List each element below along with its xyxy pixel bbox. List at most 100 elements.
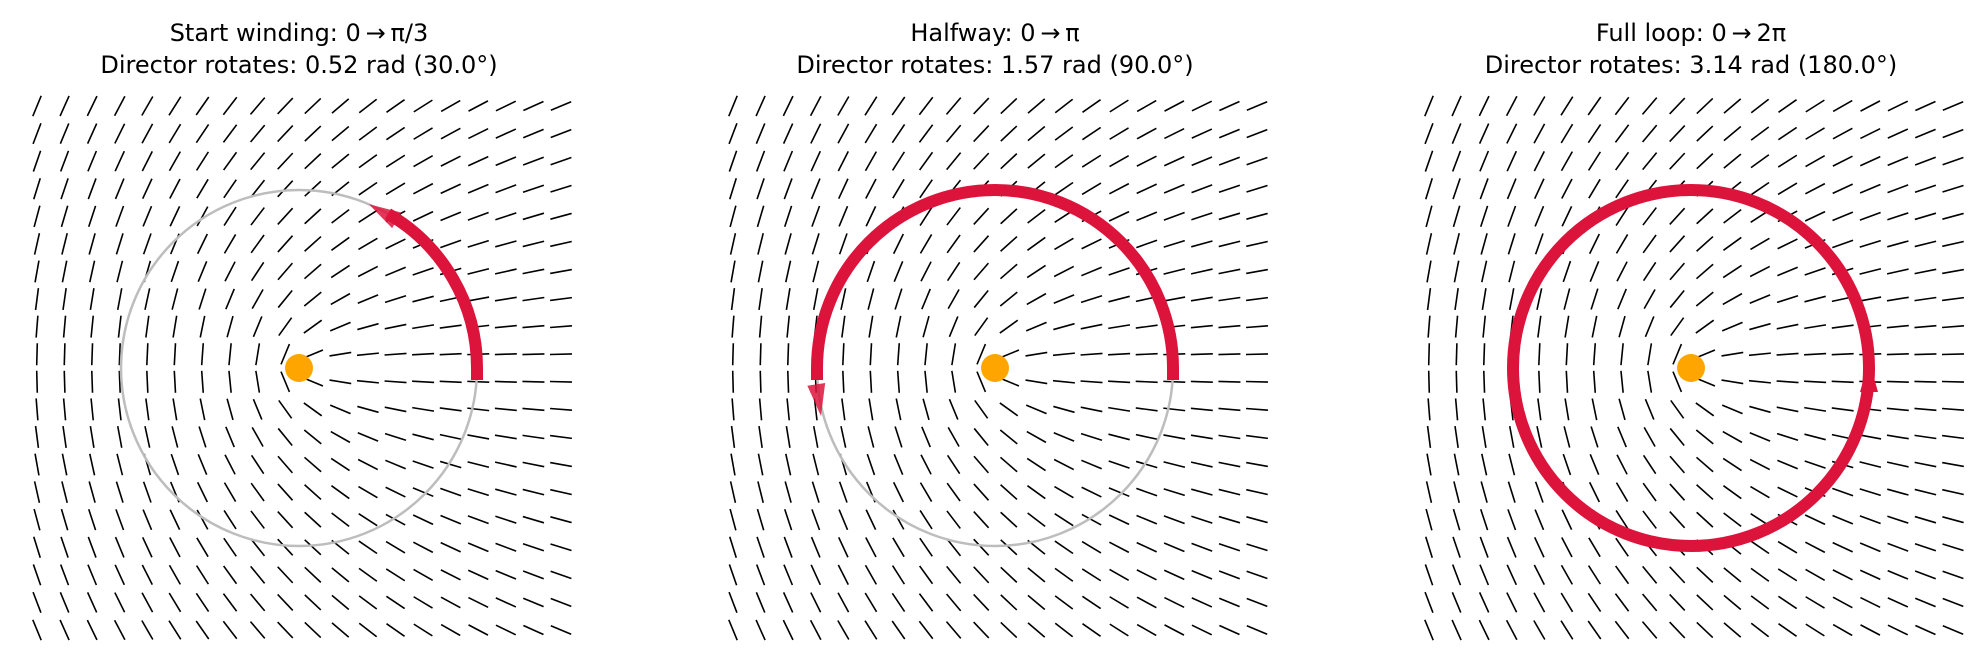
director-segment	[728, 619, 738, 641]
director-segment	[467, 461, 490, 468]
director-segment	[195, 123, 210, 144]
director-segment	[1163, 183, 1185, 194]
director-segment	[171, 288, 179, 310]
director-segment	[1750, 595, 1770, 610]
director-segment	[730, 425, 736, 448]
director-segment	[168, 151, 182, 172]
director-segment	[756, 536, 765, 558]
director-segment	[384, 406, 407, 413]
director-segment	[467, 268, 490, 275]
director-segment	[1000, 235, 1018, 252]
director-segment	[385, 513, 406, 526]
director-segment	[1914, 542, 1937, 552]
director-segment	[1669, 97, 1686, 115]
director-segment	[1481, 288, 1487, 311]
director-segment	[1538, 370, 1541, 393]
director-segment	[169, 206, 181, 227]
director-segment	[946, 207, 961, 226]
director-segment	[1669, 207, 1686, 225]
director-segment	[1642, 234, 1657, 254]
director-segment	[1082, 99, 1102, 113]
director-segment	[252, 398, 263, 420]
director-segment	[522, 542, 545, 552]
director-segment	[115, 233, 124, 255]
director-segment	[1108, 210, 1130, 222]
director-segment	[467, 155, 489, 167]
director-segment	[973, 427, 989, 446]
director-segment	[783, 150, 794, 172]
director-segment	[1136, 541, 1157, 553]
director-segment	[145, 315, 150, 338]
director-segment	[304, 125, 322, 142]
director-segment	[495, 569, 517, 580]
director-segment	[523, 624, 544, 636]
director-segment	[1642, 261, 1657, 282]
director-segment	[1696, 594, 1714, 611]
director-segment	[1886, 407, 1909, 412]
director-segment	[34, 260, 40, 283]
director-segment	[1915, 100, 1936, 112]
director-segment	[225, 426, 235, 448]
director-segment	[809, 619, 822, 641]
director-segment	[1914, 240, 1937, 248]
director-segment	[1218, 128, 1240, 139]
director-segment	[1218, 407, 1241, 412]
director-segment	[1942, 570, 1964, 580]
director-segment	[786, 398, 791, 421]
director-segment	[1914, 515, 1937, 524]
director-segment	[811, 509, 821, 531]
director-segment	[1749, 458, 1771, 471]
director-segment	[550, 570, 572, 580]
director-segment	[1669, 262, 1686, 281]
director-segment	[494, 434, 517, 440]
director-segment	[549, 296, 573, 302]
director-segment	[86, 95, 98, 117]
director-segment	[1942, 268, 1964, 275]
director-segment	[1218, 296, 1241, 302]
director-segment	[1832, 596, 1853, 609]
director-segment	[60, 205, 69, 228]
director-segment	[810, 536, 821, 558]
director-segment	[1191, 184, 1213, 194]
director-segment	[918, 96, 934, 116]
director-segment	[1647, 343, 1653, 366]
panel-title-line1: Halfway: 0 → π	[910, 19, 1079, 47]
director-segment	[1560, 592, 1574, 613]
director-segment	[1506, 178, 1517, 200]
director-segment	[946, 482, 961, 502]
director-segment	[115, 509, 125, 531]
director-segment	[1832, 99, 1853, 113]
director-segment	[1218, 324, 1241, 329]
director-segment	[522, 268, 545, 275]
director-segment	[1026, 236, 1046, 251]
director-segment	[1426, 453, 1432, 476]
director-segment	[1942, 488, 1964, 496]
director-segment	[1191, 128, 1213, 139]
director-segment	[88, 260, 96, 283]
director-segment	[1191, 542, 1213, 552]
director-segment	[277, 483, 294, 501]
director-segment	[973, 538, 990, 556]
director-segment	[331, 594, 350, 611]
director-segment	[1425, 232, 1433, 255]
director-segment	[731, 315, 735, 338]
director-segment	[522, 488, 545, 496]
director-segment	[89, 288, 95, 311]
director-segment	[1027, 512, 1046, 527]
director-segment	[1777, 486, 1798, 498]
director-segment	[731, 398, 735, 421]
director-segment	[32, 177, 42, 200]
director-segment	[1642, 207, 1657, 226]
director-segment	[840, 426, 847, 448]
director-segment	[1136, 99, 1157, 113]
director-segment	[1451, 150, 1462, 172]
director-segment	[331, 209, 350, 224]
director-segment	[277, 593, 294, 611]
director-segment	[842, 343, 845, 366]
director-segment	[1805, 99, 1825, 113]
director-segment	[1859, 461, 1882, 468]
director-segment	[1749, 322, 1771, 331]
director-segment	[1886, 296, 1909, 302]
director-segment	[62, 425, 67, 448]
director-segment	[1455, 343, 1458, 366]
